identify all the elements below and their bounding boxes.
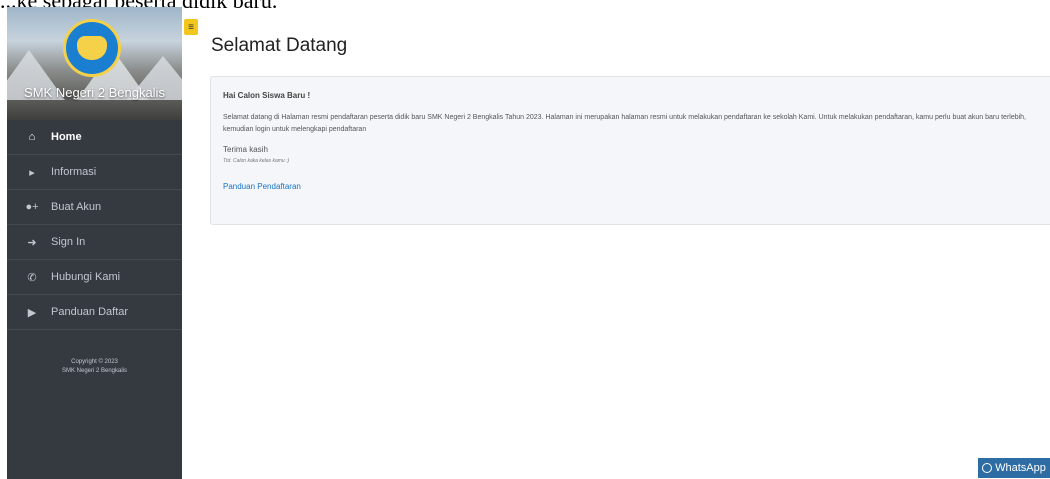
whatsapp-icon	[982, 463, 993, 473]
card-signature: Ttd. Calon kaka kelas kamu :)	[223, 158, 290, 164]
hamburger-icon: ≡	[188, 21, 194, 33]
guide-link[interactable]: Panduan Pendaftaran	[223, 182, 301, 191]
menu-toggle-button[interactable]: ≡	[184, 19, 198, 35]
sidebar: SMK Negeri 2 Bengkalis ⌂ Home ▸ Informas…	[7, 7, 182, 479]
sidebar-item-label: Panduan Daftar	[51, 306, 129, 318]
copyright: Copyright © 2023 SMK Negeri 2 Bengkalis	[7, 358, 182, 376]
video-icon: ▶	[27, 306, 37, 319]
copyright-year: Copyright © 2023	[71, 359, 118, 365]
copyright-school: SMK Negeri 2 Bengkalis	[61, 368, 128, 374]
sign-in-icon: ➜	[27, 236, 37, 249]
whatsapp-label: WhatsApp	[995, 462, 1046, 474]
sidebar-item-sign-in[interactable]: ➜ Sign In	[7, 225, 182, 260]
page-title: Selamat Datang	[211, 35, 348, 56]
sidebar-item-label: Informasi	[51, 166, 97, 178]
welcome-card: Hai Calon Siswa Baru ! Selamat datang di…	[210, 76, 1050, 225]
school-name: SMK Negeri 2 Bengkalis	[24, 85, 165, 100]
user-plus-icon: ●+	[25, 201, 39, 213]
sidebar-item-label: Home	[51, 131, 82, 143]
sidebar-item-informasi[interactable]: ▸ Informasi	[7, 155, 182, 190]
sidebar-item-home[interactable]: ⌂ Home	[7, 120, 182, 155]
sidebar-item-hubungi-kami[interactable]: ✆ Hubungi Kami	[7, 260, 182, 295]
card-body: Selamat datang di Halaman resmi pendafta…	[223, 114, 1027, 133]
sidebar-item-label: Hubungi Kami	[51, 271, 121, 283]
sidebar-nav: ⌂ Home ▸ Informasi ●+ Buat Akun ➜ Sign I…	[7, 120, 182, 330]
phone-icon: ✆	[27, 271, 37, 284]
card-thanks: Terima kasih	[223, 145, 268, 154]
sidebar-item-label: Buat Akun	[51, 201, 102, 213]
school-logo	[63, 19, 121, 77]
card-greeting: Hai Calon Siswa Baru !	[223, 91, 311, 100]
sidebar-item-panduan-daftar[interactable]: ▶ Panduan Daftar	[7, 295, 182, 330]
megaphone-icon: ▸	[29, 166, 35, 179]
sidebar-item-buat-akun[interactable]: ●+ Buat Akun	[7, 190, 182, 225]
sidebar-banner: SMK Negeri 2 Bengkalis	[7, 7, 182, 120]
sidebar-item-label: Sign In	[51, 236, 86, 248]
whatsapp-button[interactable]: WhatsApp	[978, 458, 1050, 478]
home-icon: ⌂	[28, 131, 36, 143]
